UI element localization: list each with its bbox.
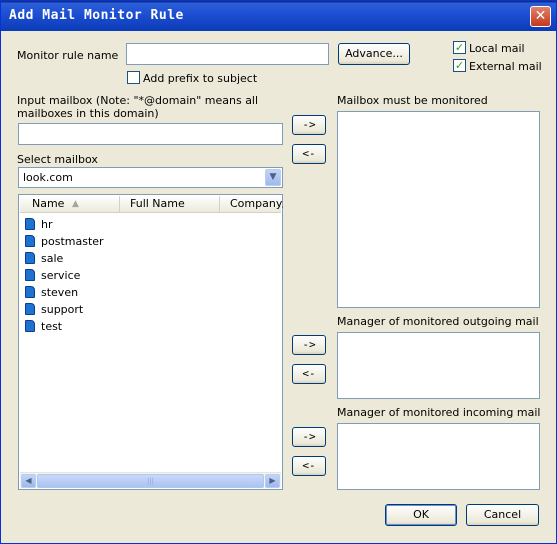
- mailbox-name: sale: [41, 252, 64, 265]
- cancel-button[interactable]: Cancel: [466, 504, 539, 526]
- list-item[interactable]: support: [25, 301, 83, 318]
- check-icon: ✓: [454, 41, 465, 54]
- mailbox-icon: [25, 303, 35, 315]
- mailbox-name: service: [41, 269, 81, 282]
- column-name-label: Name: [32, 197, 65, 210]
- input-mailbox-field[interactable]: [18, 123, 283, 145]
- mailbox-name: support: [41, 303, 84, 316]
- remove-monitored-button[interactable]: <-: [292, 144, 326, 164]
- add-incoming-manager-button[interactable]: ->: [292, 427, 326, 447]
- list-item[interactable]: steven: [25, 284, 78, 301]
- domain-select[interactable]: look.com ▼: [18, 167, 283, 188]
- advance-button[interactable]: Advance...: [338, 43, 410, 65]
- mailbox-icon: [25, 269, 35, 281]
- column-header-name[interactable]: Name ▲: [20, 196, 120, 213]
- prefix-checkbox[interactable]: [127, 71, 140, 84]
- dialog-window: Add Mail Monitor Rule ✕ Monitor rule nam…: [0, 0, 557, 544]
- mailbox-icon: [25, 320, 35, 332]
- list-item[interactable]: service: [25, 267, 80, 284]
- mailbox-icon: [25, 286, 35, 298]
- mailbox-name: hr: [41, 218, 53, 231]
- list-item[interactable]: sale: [25, 250, 63, 267]
- local-mail-checkbox[interactable]: ✓: [453, 41, 466, 54]
- sort-ascending-icon: ▲: [72, 199, 79, 209]
- list-item[interactable]: hr: [25, 216, 53, 233]
- rule-name-label: Monitor rule name: [17, 49, 119, 62]
- list-header: Name ▲ Full Name Company/D: [20, 196, 283, 213]
- external-mail-checkbox[interactable]: ✓: [453, 59, 466, 72]
- mailbox-list[interactable]: Name ▲ Full Name Company/D hr postmaster…: [18, 194, 283, 490]
- mailbox-icon: [25, 252, 35, 264]
- list-item[interactable]: test: [25, 318, 62, 335]
- monitored-mailbox-label: Mailbox must be monitored: [337, 94, 488, 107]
- check-icon: ✓: [454, 59, 465, 72]
- external-mail-label: External mail: [469, 60, 542, 73]
- mailbox-icon: [25, 235, 35, 247]
- remove-incoming-manager-button[interactable]: <-: [292, 456, 326, 476]
- select-mailbox-label: Select mailbox: [17, 153, 98, 166]
- scroll-right-icon[interactable]: ▶: [265, 474, 280, 488]
- ok-button[interactable]: OK: [385, 504, 457, 526]
- close-button[interactable]: ✕: [530, 6, 551, 27]
- domain-select-value: look.com: [23, 171, 73, 184]
- local-mail-label: Local mail: [469, 42, 525, 55]
- column-header-full-name[interactable]: Full Name: [120, 196, 220, 213]
- close-icon: ✕: [534, 8, 547, 24]
- incoming-manager-label: Manager of monitored incoming mail: [337, 406, 541, 419]
- mailbox-name: steven: [41, 286, 79, 299]
- chevron-down-icon[interactable]: ▼: [265, 169, 281, 186]
- column-header-company[interactable]: Company/D: [220, 196, 283, 213]
- monitored-mailbox-list[interactable]: [337, 111, 540, 308]
- title-bar[interactable]: Add Mail Monitor Rule ✕: [1, 1, 556, 31]
- add-outgoing-manager-button[interactable]: ->: [292, 335, 326, 355]
- prefix-label: Add prefix to subject: [143, 72, 258, 85]
- remove-outgoing-manager-button[interactable]: <-: [292, 364, 326, 384]
- outgoing-manager-list[interactable]: [337, 332, 540, 399]
- scrollbar-thumb[interactable]: |||: [37, 474, 264, 488]
- mailbox-name: test: [41, 320, 63, 333]
- outgoing-manager-label: Manager of monitored outgoing mail: [337, 315, 539, 328]
- dialog-title: Add Mail Monitor Rule: [9, 8, 184, 23]
- mailbox-icon: [25, 218, 35, 230]
- incoming-manager-list[interactable]: [337, 423, 540, 490]
- scroll-grip-icon: |||: [146, 477, 155, 485]
- scroll-left-icon[interactable]: ◀: [21, 474, 36, 488]
- input-mailbox-label: Input mailbox (Note: "*@domain" means al…: [17, 94, 259, 120]
- horizontal-scrollbar[interactable]: ◀ ||| ▶: [20, 472, 281, 488]
- rule-name-input[interactable]: [126, 43, 329, 65]
- mailbox-name: postmaster: [41, 235, 104, 248]
- list-item[interactable]: postmaster: [25, 233, 104, 250]
- add-monitored-button[interactable]: ->: [292, 115, 326, 135]
